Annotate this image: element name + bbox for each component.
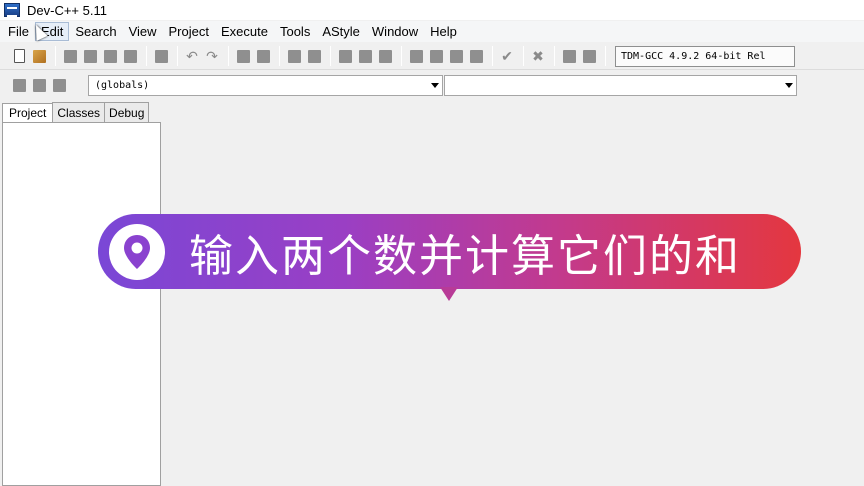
- chevron-down-icon[interactable]: [431, 82, 439, 88]
- open-folder-icon: [32, 49, 46, 63]
- redo-icon: ↷: [206, 47, 218, 64]
- save-all-icon: [83, 49, 97, 63]
- menu-help[interactable]: Help: [424, 22, 463, 41]
- close-all-button[interactable]: [121, 47, 139, 65]
- save-all-button[interactable]: [81, 47, 99, 65]
- location-pin-icon: [109, 223, 165, 280]
- compile-run-button[interactable]: [447, 47, 465, 65]
- find-icon: [236, 49, 250, 63]
- menu-astyle[interactable]: AStyle: [316, 22, 366, 41]
- open-file-button[interactable]: [30, 47, 48, 65]
- run-icon: [429, 49, 443, 63]
- toolbar-separator: [55, 46, 56, 66]
- find-button[interactable]: [234, 47, 252, 65]
- indent-icon: [338, 49, 352, 63]
- unindent-button[interactable]: [356, 47, 374, 65]
- tab-project[interactable]: Project: [2, 103, 54, 123]
- forward-button[interactable]: [305, 47, 323, 65]
- unindent-icon: [358, 49, 372, 63]
- stop-button[interactable]: ✖: [529, 47, 547, 65]
- profile-button[interactable]: [580, 47, 598, 65]
- member-combobox[interactable]: [444, 74, 797, 96]
- add-to-project-button[interactable]: [30, 76, 48, 94]
- menu-execute[interactable]: Execute: [215, 22, 274, 41]
- toggle-comment-button[interactable]: [376, 47, 394, 65]
- print-button[interactable]: [152, 47, 170, 65]
- debug-button[interactable]: [560, 47, 578, 65]
- toolbar-separator: [228, 46, 229, 66]
- app-icon: [4, 3, 20, 17]
- scope-value: (globals): [95, 79, 150, 91]
- redo-button[interactable]: ↷: [203, 47, 221, 65]
- debug-icon: [562, 49, 576, 63]
- banner-pointer: [440, 287, 458, 301]
- goto-line-icon: [287, 49, 301, 63]
- save-button[interactable]: [61, 47, 79, 65]
- comment-icon: [378, 49, 392, 63]
- menu-window[interactable]: Window: [366, 22, 424, 41]
- side-panel-tabs: Project Classes Debug: [0, 100, 150, 123]
- project-icon: [12, 78, 26, 92]
- menu-view[interactable]: View: [123, 22, 163, 41]
- chevron-down-icon[interactable]: [785, 82, 793, 88]
- close-file-button[interactable]: [101, 47, 119, 65]
- print-icon: [154, 49, 168, 63]
- new-project-button[interactable]: [10, 76, 28, 94]
- add-icon: [32, 78, 46, 92]
- toolbar-separator: [554, 46, 555, 66]
- replace-button[interactable]: [254, 47, 272, 65]
- window-title: Dev-C++ 5.11: [27, 2, 107, 18]
- remove-from-project-button[interactable]: [50, 76, 68, 94]
- undo-icon: ↶: [186, 47, 198, 64]
- replace-icon: [256, 49, 270, 63]
- checkmark-icon: ✔: [501, 47, 513, 64]
- indent-button[interactable]: [336, 47, 354, 65]
- scope-combobox[interactable]: (globals): [88, 74, 443, 96]
- run-button[interactable]: [427, 47, 445, 65]
- menu-project[interactable]: Project: [163, 22, 215, 41]
- tab-debug[interactable]: Debug: [104, 102, 150, 122]
- remove-icon: [52, 78, 66, 92]
- close-icon: ✖: [532, 47, 544, 64]
- save-icon: [63, 49, 77, 63]
- close-file-icon: [103, 49, 117, 63]
- tab-classes[interactable]: Classes: [52, 102, 106, 122]
- compile-button[interactable]: [407, 47, 425, 65]
- syntax-check-button[interactable]: ✔: [498, 47, 516, 65]
- menu-bar: File Edit Search View Project Execute To…: [0, 21, 864, 42]
- caption-banner: 输入两个数并计算它们的和: [98, 214, 801, 289]
- forward-icon: [307, 49, 321, 63]
- goto-line-button[interactable]: [285, 47, 303, 65]
- main-toolbar: ↶ ↷ ✔ ✖ TDM-GCC 4.9.2 64-bit Rel: [0, 43, 864, 70]
- compile-icon: [409, 49, 423, 63]
- new-file-icon: [13, 49, 25, 63]
- rebuild-button[interactable]: [467, 47, 485, 65]
- toolbar-separator: [146, 46, 147, 66]
- toolbar-separator: [279, 46, 280, 66]
- title-bar: Dev-C++ 5.11: [0, 0, 864, 20]
- toolbar-separator: [492, 46, 493, 66]
- caption-text: 输入两个数并计算它们的和: [189, 230, 741, 282]
- class-browser-toolbar: (globals): [0, 71, 810, 99]
- toolbar-separator: [605, 46, 606, 66]
- project-tree-panel[interactable]: [2, 122, 161, 486]
- toolbar-separator: [330, 46, 331, 66]
- toolbar-separator: [177, 46, 178, 66]
- compiler-select[interactable]: TDM-GCC 4.9.2 64-bit Rel: [615, 45, 795, 67]
- profile-icon: [582, 49, 596, 63]
- toolbar-separator: [523, 46, 524, 66]
- menu-tools[interactable]: Tools: [274, 22, 316, 41]
- close-all-icon: [123, 49, 137, 63]
- rebuild-icon: [469, 49, 483, 63]
- new-file-button[interactable]: [10, 47, 28, 65]
- compile-run-icon: [449, 49, 463, 63]
- menu-search[interactable]: Search: [69, 22, 122, 41]
- menu-file[interactable]: File: [2, 22, 35, 41]
- undo-button[interactable]: ↶: [183, 47, 201, 65]
- toolbar-separator: [401, 46, 402, 66]
